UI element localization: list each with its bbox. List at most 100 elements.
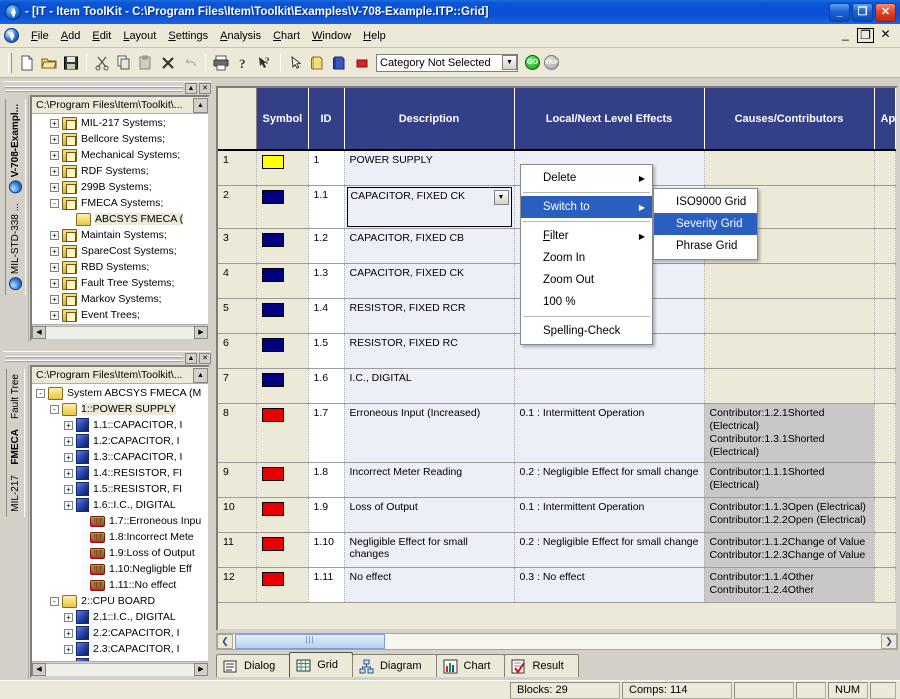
- open-folder-icon[interactable]: [38, 52, 60, 74]
- description-cell[interactable]: Incorrect Meter Reading: [344, 462, 515, 498]
- apportionment-cell[interactable]: [874, 368, 896, 404]
- grid-header-apportionment[interactable]: Apport: [874, 88, 896, 151]
- row-number-cell[interactable]: 7: [218, 368, 257, 404]
- menu-add[interactable]: Add: [55, 27, 87, 45]
- hscroll-left-button[interactable]: ◀: [32, 325, 46, 339]
- context-menu-item-filter[interactable]: Filter ▶: [521, 225, 652, 247]
- tree-node[interactable]: 1.11::No effect: [32, 577, 208, 593]
- tree-node[interactable]: +2.2:CAPACITOR, I: [32, 625, 208, 641]
- project-panel-titlebar[interactable]: ▲ ✕: [3, 81, 211, 95]
- row-number-cell[interactable]: 4: [218, 263, 257, 299]
- apportionment-cell[interactable]: [874, 462, 896, 498]
- grid-header-effects[interactable]: Local/Next Level Effects: [514, 88, 705, 151]
- row-number-cell[interactable]: 5: [218, 298, 257, 334]
- expand-icon[interactable]: +: [50, 182, 59, 192]
- expand-icon[interactable]: +: [64, 644, 73, 654]
- symbol-cell[interactable]: [256, 298, 309, 334]
- expand-icon[interactable]: +: [64, 500, 73, 510]
- expand-icon[interactable]: +: [50, 118, 59, 128]
- print-icon[interactable]: [210, 52, 232, 74]
- fmeca-hscroll-track[interactable]: [46, 662, 194, 676]
- context-menu-item-spelling-check[interactable]: Spelling-Check: [521, 320, 652, 342]
- collapse-icon[interactable]: -: [36, 388, 45, 398]
- mdi-restore-button[interactable]: ❐: [857, 28, 874, 43]
- expand-icon[interactable]: +: [64, 484, 73, 494]
- description-cell[interactable]: POWER SUPPLY: [344, 150, 515, 186]
- grid-scroll-right-button[interactable]: ❯: [881, 634, 897, 649]
- expand-icon[interactable]: +: [50, 150, 59, 160]
- fmeca-panel-titlebar[interactable]: ▲ ✕: [3, 351, 211, 365]
- tree-node[interactable]: 1.9:Loss of Output: [32, 545, 208, 561]
- apportionment-cell[interactable]: [874, 228, 896, 264]
- collapse-icon[interactable]: -: [50, 404, 59, 414]
- expand-icon[interactable]: +: [64, 612, 73, 622]
- tree-node[interactable]: 1.10:Negligble Eff: [32, 561, 208, 577]
- fmeca-panel-restore-button[interactable]: ▲: [185, 353, 197, 364]
- grid-horizontal-scrollbar[interactable]: ❮ ❯: [216, 633, 898, 650]
- fmeca-hscroll-right-button[interactable]: ▶: [194, 662, 208, 676]
- id-cell[interactable]: 1.6: [308, 368, 345, 404]
- tree-node[interactable]: +2.1::I.C., DIGITAL: [32, 609, 208, 625]
- effects-cell[interactable]: 0.2 : Negligible Effect for small change: [514, 462, 705, 498]
- expand-icon[interactable]: +: [50, 310, 59, 320]
- menu-chart[interactable]: Chart: [267, 27, 306, 45]
- tree-node[interactable]: + Maintain Systems;: [32, 227, 208, 243]
- grid-header-causes[interactable]: Causes/Contributors: [704, 88, 875, 151]
- id-cell[interactable]: 1.5: [308, 333, 345, 369]
- folder-blue-icon[interactable]: [329, 52, 351, 74]
- tree-node[interactable]: + SpareCost Systems;: [32, 243, 208, 259]
- description-cell[interactable]: Negligible Effect for small changes: [344, 532, 515, 568]
- apportionment-cell[interactable]: [874, 497, 896, 533]
- fmeca-tree-hscroll[interactable]: ◀ ▶: [32, 661, 208, 676]
- tree-node[interactable]: +2.3:CAPACITOR, I: [32, 641, 208, 657]
- expand-icon[interactable]: +: [50, 262, 59, 272]
- menu-edit[interactable]: Edit: [86, 27, 117, 45]
- apportionment-cell[interactable]: [874, 403, 896, 463]
- tree-node[interactable]: +1.5::RESISTOR, FI: [32, 481, 208, 497]
- mdi-minimize-button[interactable]: _: [837, 28, 854, 43]
- table-row[interactable]: 12 1.11 No effect 0.3 : No effect Contributo…: [218, 567, 896, 603]
- tree-node[interactable]: - System ABCSYS FMECA (M: [32, 385, 208, 401]
- id-cell[interactable]: 1.7: [308, 403, 345, 463]
- tree-node[interactable]: + RDF Systems;: [32, 163, 208, 179]
- red-square-icon[interactable]: [351, 52, 373, 74]
- id-cell[interactable]: 1.11: [308, 567, 345, 603]
- expand-icon[interactable]: +: [50, 246, 59, 256]
- fmeca-hscroll-left-button[interactable]: ◀: [32, 662, 46, 676]
- tree-node[interactable]: +1.2:CAPACITOR, I: [32, 433, 208, 449]
- id-cell[interactable]: 1.8: [308, 462, 345, 498]
- vtab-fault-tree[interactable]: Fault Tree: [6, 369, 25, 425]
- apportionment-cell[interactable]: [874, 185, 896, 229]
- causes-cell[interactable]: [704, 298, 875, 334]
- maximize-button[interactable]: ❐: [852, 2, 873, 22]
- fmeca-panel-close-button[interactable]: ✕: [199, 353, 211, 364]
- expand-icon[interactable]: +: [64, 628, 73, 638]
- symbol-cell[interactable]: [256, 532, 309, 568]
- expand-icon[interactable]: +: [64, 660, 73, 661]
- tree-node[interactable]: + MIL-217 Systems;: [32, 115, 208, 131]
- row-number-cell[interactable]: 12: [218, 567, 257, 603]
- menu-layout[interactable]: Layout: [117, 27, 162, 45]
- project-panel-restore-button[interactable]: ▲: [185, 83, 197, 94]
- description-cell[interactable]: RESISTOR, FIXED RCR: [344, 298, 515, 334]
- apportionment-cell[interactable]: [874, 150, 896, 186]
- project-panel-close-button[interactable]: ✕: [199, 83, 211, 94]
- paste-icon[interactable]: [135, 52, 157, 74]
- tree-node[interactable]: +299B Systems;: [32, 179, 208, 195]
- tree-node[interactable]: + RBD Systems;: [32, 259, 208, 275]
- expand-icon[interactable]: +: [50, 278, 59, 288]
- table-row[interactable]: 8 1.7 Erroneous Input (Increased) 0.1 : Int…: [218, 403, 896, 463]
- context-menu-item-zoom-in[interactable]: Zoom In: [521, 247, 652, 269]
- expand-icon[interactable]: +: [50, 230, 59, 240]
- tree-node[interactable]: - FMECA Systems;: [32, 195, 208, 211]
- menu-file[interactable]: File: [25, 27, 55, 45]
- causes-cell[interactable]: [704, 150, 875, 186]
- tree-node[interactable]: - 2::CPU BOARD: [32, 593, 208, 609]
- effects-cell[interactable]: 0.1 : Intermittent Operation: [514, 403, 705, 463]
- description-cell[interactable]: CAPACITOR, FIXED CK ▼: [344, 185, 515, 229]
- description-cell[interactable]: CAPACITOR, FIXED CK: [344, 263, 515, 299]
- description-cell[interactable]: No effect: [344, 567, 515, 603]
- submenu-item-iso9000-grid[interactable]: ISO9000 Grid: [654, 191, 757, 213]
- category-select[interactable]: Category Not Selected ▼: [376, 53, 518, 72]
- causes-cell[interactable]: [704, 333, 875, 369]
